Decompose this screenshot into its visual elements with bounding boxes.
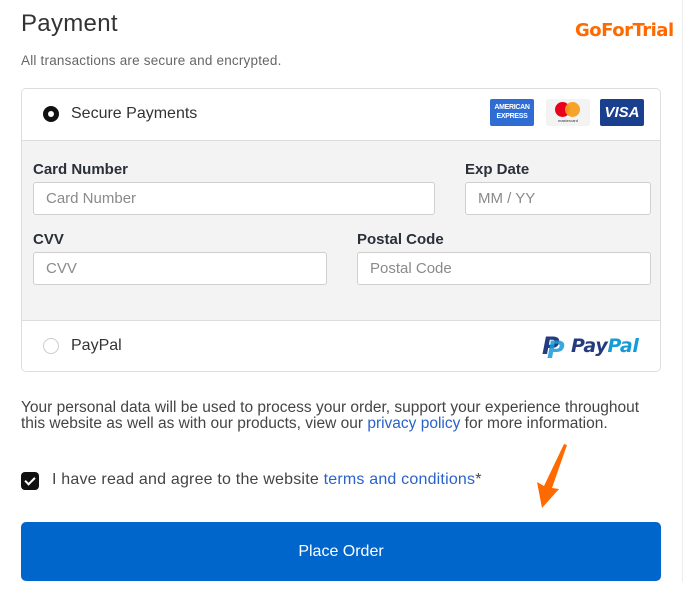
privacy-policy-link[interactable]: privacy policy	[367, 415, 460, 432]
page-title: Payment	[21, 10, 118, 37]
arrow-shape	[537, 444, 567, 508]
terms-and-conditions-link[interactable]: terms and conditions	[324, 471, 476, 488]
paypal-radio[interactable]	[43, 338, 59, 354]
mastercard-card-icon: mastercard	[546, 99, 590, 126]
annotation-arrow-icon	[537, 444, 567, 508]
postal-code-label: Postal Code	[357, 231, 444, 248]
mastercard-yellow-circle	[565, 102, 580, 117]
privacy-notice: Your personal data will be used to proce…	[21, 400, 661, 432]
exp-date-label: Exp Date	[465, 161, 530, 178]
paypal-wordmark-pay: Pay	[571, 335, 608, 357]
amex-card-icon: AMERICAN EXPRESS	[490, 99, 534, 126]
cvv-label: CVV	[33, 231, 64, 248]
page-divider	[682, 0, 683, 582]
terms-text: I have read and agree to the website	[52, 471, 324, 488]
paypal-wordmark: PayPal	[571, 335, 639, 357]
exp-date-input[interactable]	[465, 182, 651, 215]
card-details-form: Card Number Exp Date CVV Postal Code	[22, 141, 660, 321]
mastercard-caption: mastercard	[557, 118, 578, 123]
card-number-label: Card Number	[33, 161, 129, 178]
paypal-p-shadow-icon: P	[547, 336, 565, 364]
required-mark: *	[475, 471, 482, 488]
paypal-wordmark-pal: Pal	[607, 335, 639, 357]
postal-code-input[interactable]	[357, 252, 651, 285]
privacy-text-end: for more information.	[460, 415, 608, 432]
terms-label: I have read and agree to the website ter…	[52, 471, 482, 489]
secure-payments-option[interactable]: Secure Payments AMERICAN EXPRESS masterc…	[22, 89, 660, 141]
place-order-button[interactable]: Place Order	[21, 522, 661, 581]
page-subtitle: All transactions are secure and encrypte…	[21, 53, 282, 68]
secure-payments-radio[interactable]	[43, 106, 59, 122]
amex-line1: AMERICAN	[494, 104, 530, 111]
card-number-input[interactable]	[33, 182, 435, 215]
cvv-input[interactable]	[33, 252, 327, 285]
secure-payments-label: Secure Payments	[71, 105, 198, 122]
visa-card-icon: VISA	[600, 99, 644, 126]
paypal-option[interactable]: PayPal P P PayPal	[22, 321, 660, 371]
paypal-label: PayPal	[71, 337, 122, 354]
terms-checkbox[interactable]	[21, 472, 39, 490]
amex-line2: EXPRESS	[496, 113, 528, 120]
payment-methods-box: Secure Payments AMERICAN EXPRESS masterc…	[21, 88, 661, 372]
brand-logo: GoForTrial	[575, 20, 674, 41]
